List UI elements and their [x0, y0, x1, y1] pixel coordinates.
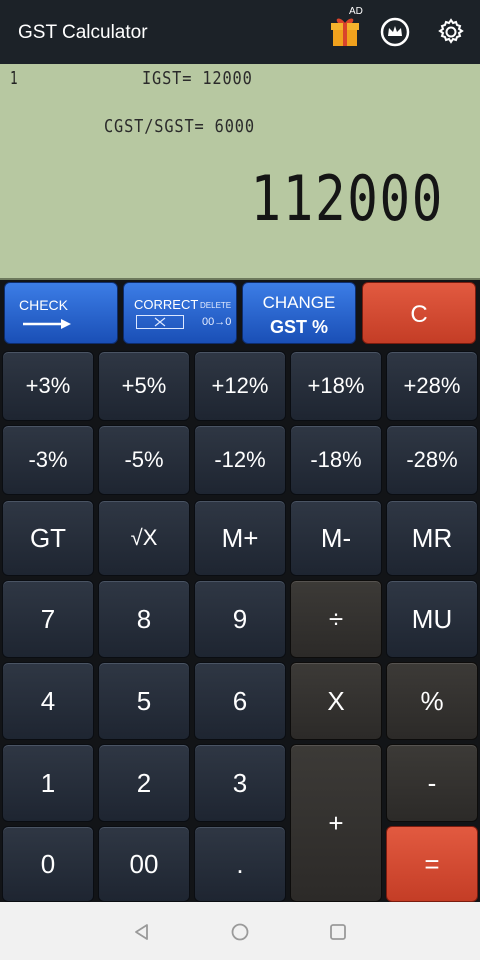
key-label: GT: [29, 522, 67, 553]
divide-key[interactable]: ÷: [290, 580, 382, 658]
key-label: M+: [221, 522, 259, 553]
digit-7-key[interactable]: 7: [2, 580, 94, 658]
key-label: 0: [40, 848, 56, 879]
key-label: √X: [130, 525, 158, 550]
digit-8-key[interactable]: 8: [98, 580, 190, 658]
change-label: CHANGE: [262, 293, 336, 312]
minus-18-percent-key[interactable]: -18%: [290, 425, 382, 495]
key-label: M-: [320, 522, 352, 553]
key-label: ÷: [328, 603, 344, 634]
square-root-key[interactable]: √X: [98, 500, 190, 576]
correct-label: CORRECT: [134, 297, 199, 312]
plus-12-percent-key[interactable]: +12%: [194, 351, 286, 421]
digit-6-key[interactable]: 6: [194, 662, 286, 740]
key-label: .: [236, 848, 244, 879]
gear-icon[interactable]: [436, 17, 466, 47]
erase-box-icon: [136, 315, 184, 329]
key-label: 5: [136, 685, 152, 716]
home-icon[interactable]: [230, 922, 250, 942]
key-label: 4: [40, 685, 56, 716]
key-label: +28%: [403, 373, 461, 398]
gst-percent-label: GST %: [269, 317, 328, 337]
key-label: 6: [232, 685, 248, 716]
key-label: 00: [129, 848, 159, 879]
minus-28-percent-key[interactable]: -28%: [386, 425, 478, 495]
gift-icon[interactable]: [330, 14, 360, 48]
key-label: -18%: [310, 447, 362, 472]
key-label: MU: [411, 603, 453, 634]
double-zero-key[interactable]: 00: [98, 826, 190, 902]
app-bar: GST Calculator AD: [0, 0, 480, 64]
key-label: 9: [232, 603, 248, 634]
memory-plus-key[interactable]: M+: [194, 500, 286, 576]
plus-5-percent-key[interactable]: +5%: [98, 351, 190, 421]
plus-18-percent-key[interactable]: +18%: [290, 351, 382, 421]
key-label: +3%: [25, 373, 71, 398]
plus-28-percent-key[interactable]: +28%: [386, 351, 478, 421]
markup-key[interactable]: MU: [386, 580, 478, 658]
key-label: MR: [411, 522, 453, 553]
key-label: 7: [40, 603, 56, 634]
check-label: CHECK: [19, 297, 69, 313]
key-label: 8: [136, 603, 152, 634]
digit-3-key[interactable]: 3: [194, 744, 286, 822]
plus-3-percent-key[interactable]: +3%: [2, 351, 94, 421]
digit-2-key[interactable]: 2: [98, 744, 190, 822]
key-label: -12%: [214, 447, 266, 472]
minus-3-percent-key[interactable]: -3%: [2, 425, 94, 495]
change-gst-button[interactable]: CHANGE GST %: [242, 282, 356, 344]
igst-readout: IGST= 12000: [142, 68, 253, 89]
key-label: 3: [232, 767, 248, 798]
key-label: +18%: [307, 373, 365, 398]
digit-1-key[interactable]: 1: [2, 744, 94, 822]
plus-key[interactable]: +: [290, 744, 382, 902]
key-label: -3%: [28, 447, 68, 472]
digit-5-key[interactable]: 5: [98, 662, 190, 740]
app-title: GST Calculator: [18, 22, 148, 43]
multiply-key[interactable]: X: [290, 662, 382, 740]
cgst-sgst-readout: CGST/SGST= 6000: [104, 116, 255, 137]
key-label: +5%: [121, 373, 167, 398]
key-label: -5%: [124, 447, 164, 472]
minus-5-percent-key[interactable]: -5%: [98, 425, 190, 495]
delete-zeros-label: 00→0: [202, 316, 232, 328]
equals-key[interactable]: =: [386, 826, 478, 902]
delete-label: DELETE: [200, 301, 232, 310]
check-button[interactable]: CHECK: [4, 282, 118, 344]
main-value-display: 112000: [250, 162, 444, 235]
clear-label: C: [410, 301, 428, 328]
digit-9-key[interactable]: 9: [194, 580, 286, 658]
correct-delete-button[interactable]: CORRECT DELETE 00→0: [123, 282, 237, 344]
back-icon[interactable]: [132, 922, 152, 942]
memory-minus-key[interactable]: M-: [290, 500, 382, 576]
key-label: %: [420, 685, 444, 716]
key-label: 2: [136, 767, 152, 798]
memory-indicator: 1: [10, 68, 18, 89]
digit-0-key[interactable]: 0: [2, 826, 94, 902]
grand-total-key[interactable]: GT: [2, 500, 94, 576]
key-label: -28%: [406, 447, 458, 472]
percent-key[interactable]: %: [386, 662, 478, 740]
crown-icon[interactable]: [380, 17, 410, 47]
key-label: -: [427, 767, 437, 798]
key-label: 1: [40, 767, 56, 798]
gst-calculator-app: GST Calculator AD 1 IGST= 12000 CGST/SGS…: [0, 0, 480, 960]
clear-button[interactable]: C: [362, 282, 476, 344]
minus-key[interactable]: -: [386, 744, 478, 822]
key-label: X: [327, 685, 345, 716]
key-label: =: [424, 848, 440, 879]
lcd-display: 1 IGST= 12000 CGST/SGST= 6000 112000: [0, 64, 480, 280]
arrow-right-icon: [23, 319, 71, 329]
digit-4-key[interactable]: 4: [2, 662, 94, 740]
recents-icon[interactable]: [328, 922, 348, 942]
minus-12-percent-key[interactable]: -12%: [194, 425, 286, 495]
decimal-point-key[interactable]: .: [194, 826, 286, 902]
key-label: +: [328, 807, 344, 838]
memory-recall-key[interactable]: MR: [386, 500, 478, 576]
key-label: +12%: [211, 373, 269, 398]
system-nav-bar: [0, 902, 480, 960]
